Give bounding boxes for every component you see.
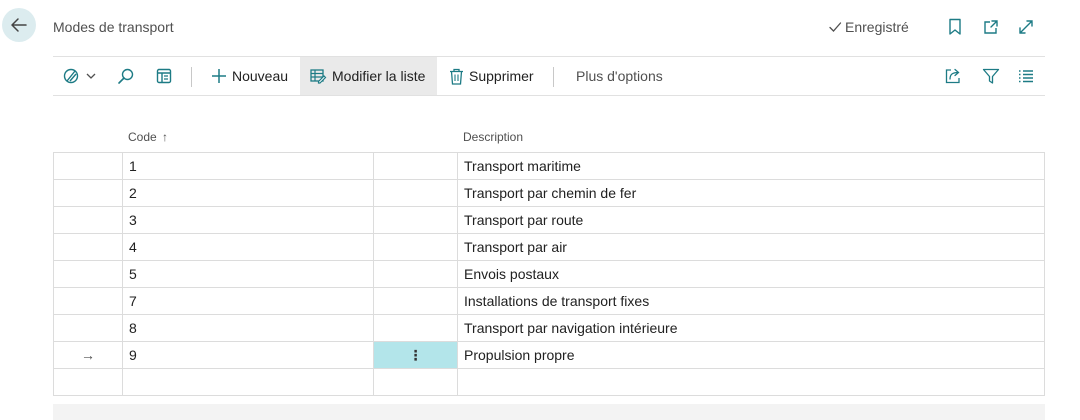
- page-title: Modes de transport: [53, 19, 174, 35]
- row-menu-cell[interactable]: [373, 152, 458, 180]
- saved-status-label: Enregistré: [845, 19, 909, 35]
- table-row[interactable]: 1 Transport maritime: [53, 152, 1045, 180]
- toolbar-divider: [553, 67, 554, 87]
- more-vertical-icon[interactable]: ⋮: [409, 347, 423, 363]
- row-indicator-cell[interactable]: [53, 287, 123, 315]
- list-view-icon: [1019, 70, 1033, 83]
- row-indicator-cell[interactable]: [53, 206, 123, 234]
- row-indicator-cell[interactable]: [53, 314, 123, 342]
- more-options-button[interactable]: Plus d'options: [576, 57, 663, 95]
- code-cell[interactable]: [122, 368, 374, 396]
- code-cell[interactable]: 2: [122, 179, 374, 207]
- table-row[interactable]: 2 Transport par chemin de fer: [53, 179, 1045, 207]
- row-menu-cell[interactable]: [373, 260, 458, 288]
- description-cell[interactable]: Installations de transport fixes: [457, 287, 1045, 315]
- edit-list-button[interactable]: Modifier la liste: [300, 57, 437, 95]
- description-cell[interactable]: Transport par navigation intérieure: [457, 314, 1045, 342]
- code-cell[interactable]: 3: [122, 206, 374, 234]
- row-menu-cell[interactable]: [373, 314, 458, 342]
- code-cell[interactable]: 5: [122, 260, 374, 288]
- expand-icon: [1019, 20, 1033, 34]
- code-cell[interactable]: 8: [122, 314, 374, 342]
- column-header-description[interactable]: Description: [463, 130, 523, 144]
- open-new-window-button[interactable]: [981, 17, 1001, 37]
- edit-list-button-label: Modifier la liste: [332, 68, 426, 84]
- edit-list-icon: [310, 69, 327, 84]
- row-indicator-cell[interactable]: [53, 260, 123, 288]
- description-cell[interactable]: Transport par route: [457, 206, 1045, 234]
- new-button[interactable]: Nouveau: [211, 57, 288, 95]
- checkmark-icon: [829, 22, 842, 32]
- search-icon: [118, 68, 134, 84]
- arrow-left-icon: [11, 18, 27, 32]
- row-indicator-cell[interactable]: →: [53, 341, 123, 369]
- analysis-mode-button[interactable]: [63, 57, 97, 95]
- list-view-button[interactable]: [1018, 57, 1034, 95]
- plus-icon: [212, 69, 226, 83]
- table-row[interactable]: 5 Envois postaux: [53, 260, 1045, 288]
- row-menu-cell[interactable]: [373, 233, 458, 261]
- search-button[interactable]: [117, 57, 135, 95]
- bookmark-button[interactable]: [945, 17, 965, 37]
- description-cell[interactable]: Propulsion propre: [457, 341, 1045, 369]
- description-cell[interactable]: Transport par air: [457, 233, 1045, 261]
- table-row[interactable]: 4 Transport par air: [53, 233, 1045, 261]
- table-row[interactable]: 8 Transport par navigation intérieure: [53, 314, 1045, 342]
- column-header-code[interactable]: Code ↑: [128, 130, 168, 144]
- more-options-label: Plus d'options: [576, 68, 663, 84]
- row-indicator-cell[interactable]: [53, 152, 123, 180]
- saved-status: Enregistré: [828, 19, 909, 35]
- row-menu-cell[interactable]: [373, 287, 458, 315]
- filter-button[interactable]: [982, 57, 1000, 95]
- row-indicator-cell[interactable]: [53, 179, 123, 207]
- trash-icon: [450, 68, 463, 85]
- transport-modes-grid: 1 Transport maritime 2 Transport par che…: [53, 152, 1045, 396]
- chevron-down-icon: [86, 73, 96, 79]
- row-menu-cell[interactable]: [373, 368, 458, 396]
- share-button[interactable]: [944, 57, 962, 95]
- delete-button-label: Supprimer: [469, 68, 534, 84]
- column-header-code-label: Code: [128, 130, 157, 144]
- table-row-selected[interactable]: → 9 ⋮ Propulsion propre: [53, 341, 1045, 369]
- back-button[interactable]: [2, 8, 36, 42]
- new-button-label: Nouveau: [232, 68, 289, 84]
- grid-footer: [53, 404, 1045, 420]
- action-bar: Nouveau Modifier la liste Supprimer Plus…: [53, 56, 1045, 96]
- filter-icon: [982, 68, 1000, 84]
- toolbar-divider: [191, 67, 192, 87]
- row-menu-cell[interactable]: [373, 179, 458, 207]
- sort-ascending-icon: ↑: [162, 130, 169, 144]
- table-row[interactable]: 7 Installations de transport fixes: [53, 287, 1045, 315]
- table-row-new[interactable]: [53, 368, 1045, 396]
- code-cell[interactable]: 1: [122, 152, 374, 180]
- row-menu-cell[interactable]: [373, 206, 458, 234]
- table-row[interactable]: 3 Transport par route: [53, 206, 1045, 234]
- code-cell[interactable]: 4: [122, 233, 374, 261]
- analysis-icon: [63, 68, 79, 84]
- filter-pane-button[interactable]: [155, 57, 173, 95]
- share-icon: [945, 68, 960, 84]
- delete-button[interactable]: Supprimer: [449, 57, 534, 95]
- code-cell[interactable]: 9: [122, 341, 374, 369]
- row-indicator-cell[interactable]: [53, 368, 123, 396]
- description-cell[interactable]: [457, 368, 1045, 396]
- description-cell[interactable]: Transport maritime: [457, 152, 1045, 180]
- filter-pane-icon: [156, 68, 172, 84]
- row-indicator-cell[interactable]: [53, 233, 123, 261]
- expand-button[interactable]: [1016, 17, 1036, 37]
- open-new-window-icon: [984, 20, 998, 34]
- code-cell[interactable]: 7: [122, 287, 374, 315]
- row-menu-cell[interactable]: ⋮: [373, 341, 458, 369]
- current-row-arrow-icon: →: [81, 347, 95, 363]
- bookmark-icon: [949, 18, 961, 35]
- description-cell[interactable]: Envois postaux: [457, 260, 1045, 288]
- description-cell[interactable]: Transport par chemin de fer: [457, 179, 1045, 207]
- column-header-description-label: Description: [463, 130, 524, 144]
